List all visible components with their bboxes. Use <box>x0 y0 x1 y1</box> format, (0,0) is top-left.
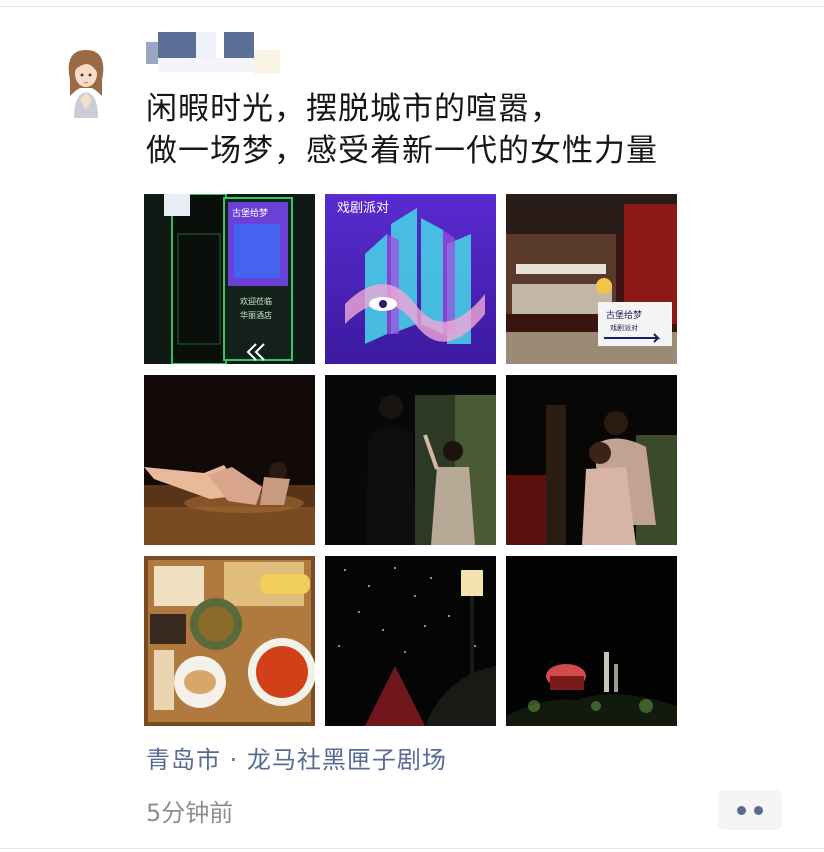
post-text: 闲暇时光，摆脱城市的喧嚣， 做一场梦，感受着新一代的女性力量 <box>146 88 786 172</box>
more-dot-icon <box>754 806 763 815</box>
photo-7-meal[interactable] <box>144 556 315 726</box>
avatar[interactable] <box>56 40 116 120</box>
photo-8-night-lamp[interactable] <box>325 556 496 726</box>
bottom-divider <box>0 848 824 849</box>
post-text-line-1: 闲暇时光，摆脱城市的喧嚣， <box>146 91 562 127</box>
nickname-redacted[interactable] <box>146 28 286 76</box>
post-timestamp: 5分钟前 <box>146 799 234 827</box>
more-actions-button[interactable] <box>718 790 782 830</box>
photo-grid: 古堡给梦 欢迎莅临 华丽酒店 戏剧派对 古堡给梦 戏剧派对 <box>144 194 678 726</box>
photo-3-bar-sign[interactable]: 古堡给梦 戏剧派对 <box>506 194 677 364</box>
sign-subtitle: 戏剧派对 <box>610 323 638 332</box>
photo-4-dancer[interactable] <box>144 375 315 545</box>
photo-1-entrance-sign[interactable]: 古堡给梦 欢迎莅临 华丽酒店 <box>144 194 315 364</box>
sign-text-2: 华丽酒店 <box>240 310 272 320</box>
more-dot-icon <box>737 806 746 815</box>
sign-text-1: 欢迎莅临 <box>240 296 272 306</box>
top-divider <box>0 6 824 7</box>
poster-title: 戏剧派对 <box>337 201 389 216</box>
photo-2-poster[interactable]: 戏剧派对 <box>325 194 496 364</box>
photo-6-embrace[interactable] <box>506 375 677 545</box>
photo-9-night-city[interactable] <box>506 556 677 726</box>
location-link[interactable]: 青岛市 · 龙马社黑匣子剧场 <box>146 740 447 775</box>
avatar-illustration <box>56 40 116 120</box>
photo-5-couple-stage[interactable] <box>325 375 496 545</box>
sign-title: 古堡给梦 <box>606 309 642 321</box>
post-text-line-2: 做一场梦，感受着新一代的女性力量 <box>146 133 658 169</box>
sign-title: 古堡给梦 <box>232 207 268 219</box>
